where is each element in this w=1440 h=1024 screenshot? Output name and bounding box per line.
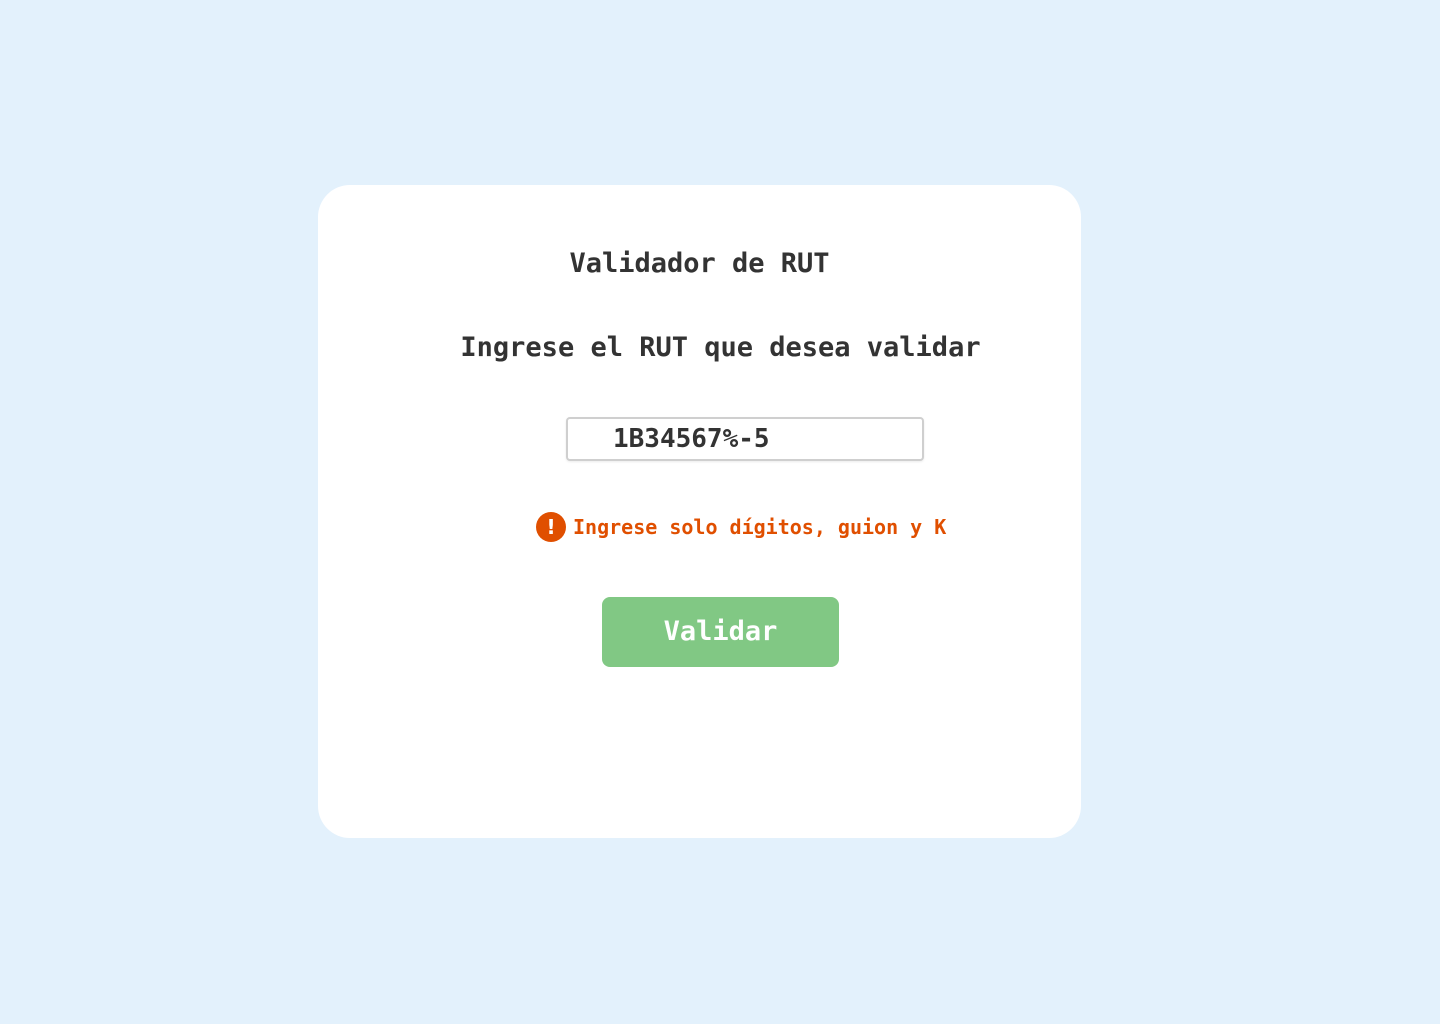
page-title: Validador de RUT	[569, 248, 830, 279]
rut-input[interactable]	[566, 417, 924, 461]
exclamation-icon: !	[536, 512, 566, 542]
validate-button[interactable]: Validar	[602, 597, 839, 667]
rut-validator-card: Validador de RUT Ingrese el RUT que dese…	[318, 185, 1081, 838]
error-message: ! Ingrese solo dígitos, guion y K	[536, 512, 946, 542]
error-text: Ingrese solo dígitos, guion y K	[573, 515, 947, 539]
rut-prompt-label: Ingrese el RUT que desea validar	[460, 332, 981, 363]
